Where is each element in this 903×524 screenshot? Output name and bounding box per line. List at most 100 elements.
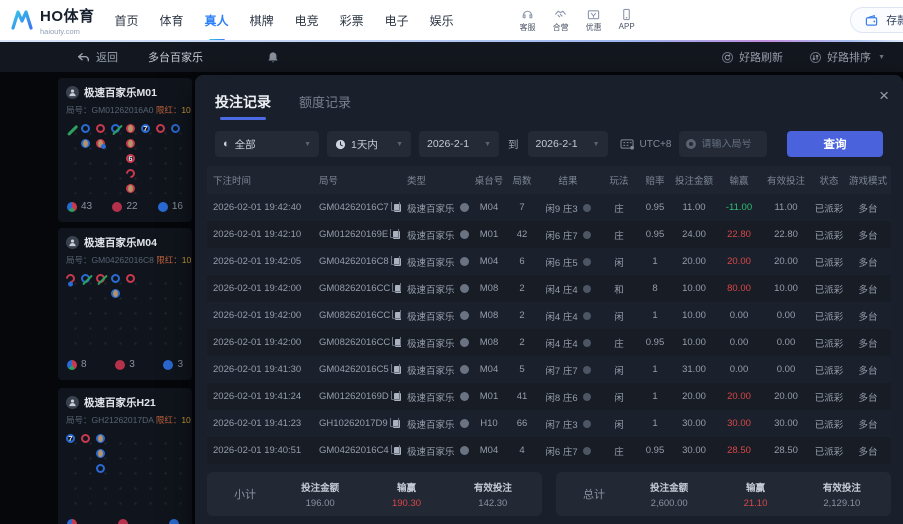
nav-item-lottery[interactable]: 彩票 (340, 8, 364, 33)
timezone-toggle[interactable]: UTC+8 (620, 138, 671, 150)
category-select[interactable]: ◐ 全部 ▼ (215, 131, 319, 157)
phone-icon (620, 8, 633, 21)
game-panel-m04[interactable]: 极速百家乐M04 局号：GM04262016C8 限红：10 8 3 3 (58, 228, 192, 380)
game-panel-meta: 局号：GM04262016C8 限红：10 (66, 255, 192, 265)
nav-item-sports[interactable]: 体育 (160, 8, 184, 33)
road-cell: 6 (126, 154, 135, 163)
partnership-link[interactable]: 合营 (553, 8, 569, 33)
customer-service-link[interactable]: 客服 (520, 8, 536, 33)
round-number-input[interactable] (701, 138, 761, 150)
total-count-icon (67, 519, 77, 524)
search-button[interactable]: 查询 (787, 131, 883, 157)
road-cell (96, 124, 105, 133)
road-cell (96, 449, 105, 458)
road-cell (126, 274, 135, 283)
road-cell (126, 139, 135, 148)
game-type-icon (459, 311, 469, 320)
table-row[interactable]: 2026-02-01 19:42:05 GM04262016C8 极速百家乐 M… (207, 248, 891, 275)
tab-quota-records[interactable]: 额度记录 (299, 92, 351, 121)
bet-records-table: 下注时间 局号 类型 桌台号 局数 结果 玩法 赔率 投注金额 输赢 有效投注 … (207, 166, 891, 464)
road-cell: 7 (141, 124, 150, 133)
game-type-icon (459, 446, 469, 455)
nav-item-board-games[interactable]: 棋牌 (250, 8, 274, 33)
game-panel-m01[interactable]: 极速百家乐M01 局号：GM01262016A0 限红：10 76 43 22 … (58, 78, 192, 222)
nav-item-entertainment[interactable]: 娱乐 (430, 8, 454, 33)
result-detail-icon[interactable] (582, 203, 591, 212)
date-to-select[interactable]: 2026-2-1 ▼ (527, 131, 608, 157)
main-nav: 首页 体育 真人 棋牌 电竞 彩票 电子 娱乐 (115, 8, 454, 33)
good-road-sort-button[interactable]: 好路排序 ▼ (809, 49, 885, 65)
copy-icon[interactable] (390, 229, 401, 239)
back-button[interactable]: 返回 (76, 49, 118, 65)
table-row[interactable]: 2026-02-01 19:40:51 GM04262016C4 极速百家乐 M… (207, 437, 891, 464)
result-detail-icon[interactable] (582, 284, 591, 293)
top-navigation-bar: HO体育 haiouty.com 首页 体育 真人 棋牌 电竞 彩票 电子 娱乐… (0, 0, 903, 40)
copy-icon[interactable] (389, 418, 400, 428)
table-row[interactable]: 2026-02-01 19:42:10 GM012620169E 极速百家乐 M… (207, 221, 891, 248)
table-row[interactable]: 2026-02-01 19:41:24 GM012620169D 极速百家乐 M… (207, 383, 891, 410)
app-window: HO体育 haiouty.com 首页 体育 真人 棋牌 电竞 彩票 电子 娱乐… (0, 0, 903, 524)
result-detail-icon[interactable] (582, 446, 591, 455)
app-download-link[interactable]: APP (619, 8, 635, 33)
result-detail-icon[interactable] (582, 311, 591, 320)
copy-icon[interactable] (390, 202, 401, 212)
table-row[interactable]: 2026-02-01 19:41:23 GH10262017D9 极速百家乐 H… (207, 410, 891, 437)
road-cell (96, 434, 105, 443)
table-row[interactable]: 2026-02-01 19:42:00 GM08262016CC 极速百家乐 M… (207, 329, 891, 356)
road-cell (96, 274, 105, 283)
table-row[interactable]: 2026-02-01 19:42:00 GM08262016CC 极速百家乐 M… (207, 302, 891, 329)
nav-item-live[interactable]: 真人 (205, 8, 229, 33)
road-cell (171, 124, 180, 133)
copy-icon[interactable] (392, 310, 401, 320)
copy-icon[interactable] (392, 283, 401, 293)
nav-item-home[interactable]: 首页 (115, 8, 139, 33)
round-number-field[interactable] (679, 131, 768, 157)
result-detail-icon[interactable] (582, 338, 591, 347)
promotions-link[interactable]: 优惠 (586, 8, 602, 33)
total-box: 总计 投注金额 2,600.00 输赢 21.10 有效投注 2,129.10 (556, 472, 891, 516)
copy-icon[interactable] (390, 364, 401, 374)
summary-bar: 小计 投注金额 196.00 输赢 190.30 有效投注 142.30 总计 投注金… (207, 472, 891, 516)
copy-icon[interactable] (390, 256, 401, 266)
deposit-icon (865, 14, 878, 27)
road-cell (111, 124, 120, 133)
player-count-icon (169, 519, 179, 524)
copy-icon[interactable] (392, 337, 401, 347)
filter-bar: ◐ 全部 ▼ 1天内 ▼ 2026-2-1 ▼ 到 2026-2-1 ▼ UTC… (195, 121, 903, 157)
round-number-icon (686, 139, 697, 149)
road-cell (66, 124, 79, 137)
road-cell (64, 272, 77, 285)
road-cell (126, 124, 135, 133)
close-icon[interactable]: × (879, 87, 889, 104)
copy-icon[interactable] (390, 391, 401, 401)
game-panel-h21[interactable]: 极速百家乐H21 局号：GH21262017DA 限红：10 7 (58, 388, 192, 524)
notifications-button[interactable] (267, 51, 279, 64)
result-detail-icon[interactable] (582, 419, 591, 428)
deposit-button[interactable]: 存款 (886, 12, 903, 28)
result-detail-icon[interactable] (582, 230, 591, 239)
game-panel-meta: 局号：GH21262017DA 限红：10 (66, 415, 191, 425)
time-range-select[interactable]: 1天内 ▼ (327, 131, 411, 157)
table-row[interactable]: 2026-02-01 19:42:40 GM04262016C7 极速百家乐 M… (207, 194, 891, 221)
result-detail-icon[interactable] (582, 257, 591, 266)
table-row[interactable]: 2026-02-01 19:41:30 GM04262016C5 极速百家乐 M… (207, 356, 891, 383)
date-from-select[interactable]: 2026-2-1 ▼ (419, 131, 499, 157)
chevron-down-icon: ▼ (592, 140, 600, 148)
result-detail-icon[interactable] (582, 392, 591, 401)
nav-item-slots[interactable]: 电子 (385, 8, 409, 33)
dealer-icon (66, 396, 79, 409)
tab-bet-records[interactable]: 投注记录 (215, 92, 271, 121)
result-detail-icon[interactable] (582, 365, 591, 374)
road-cell (111, 289, 120, 298)
brand-logo[interactable]: HO体育 haiouty.com (10, 5, 95, 36)
refresh-icon (721, 51, 734, 64)
game-type-icon (459, 365, 469, 374)
chevron-down-icon: ▼ (878, 53, 885, 61)
copy-icon[interactable] (390, 445, 401, 455)
game-panel-meta: 局号：GM01262016A0 限红：10 (66, 105, 191, 115)
roadmap: 7 (64, 432, 186, 512)
nav-item-esports[interactable]: 电竞 (295, 8, 319, 33)
good-road-refresh-button[interactable]: 好路刷新 (721, 49, 783, 65)
total-count-icon (67, 359, 77, 370)
table-row[interactable]: 2026-02-01 19:42:00 GM08262016CC 极速百家乐 M… (207, 275, 891, 302)
